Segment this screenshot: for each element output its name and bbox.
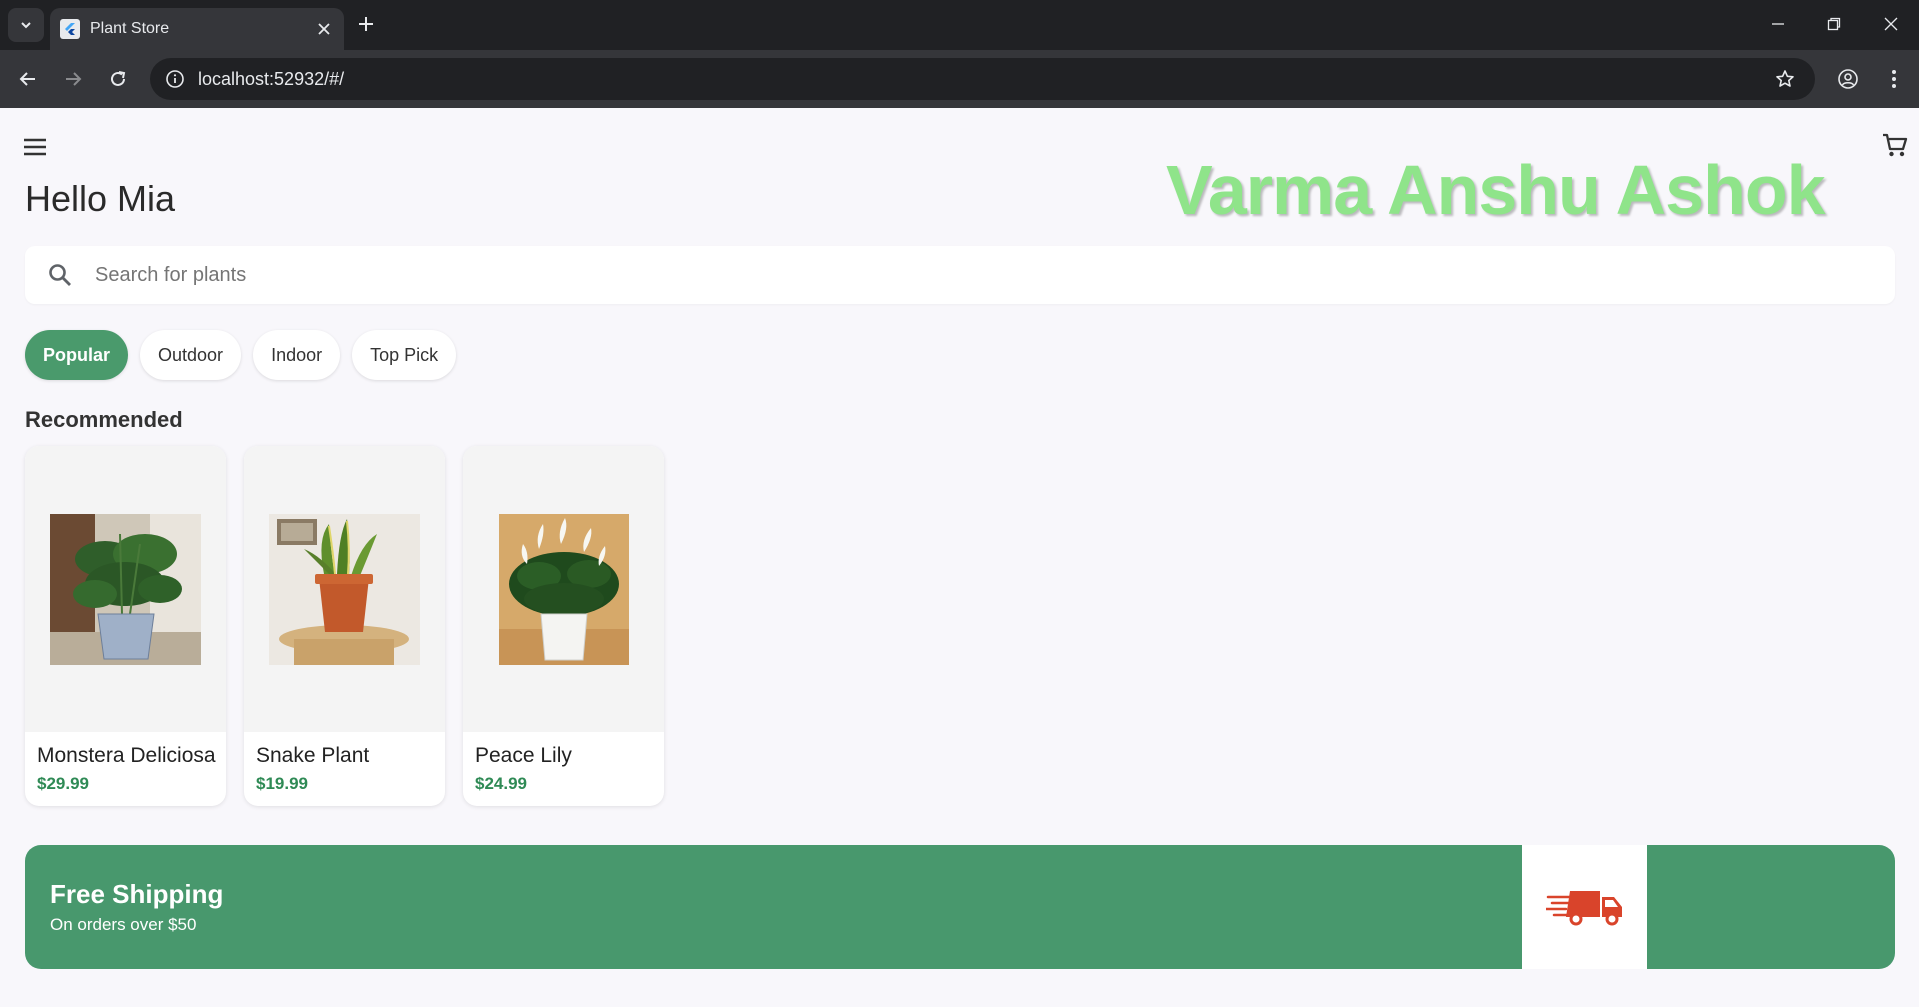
free-shipping-banner[interactable]: Free Shipping On orders over $50	[25, 845, 1895, 969]
search-icon	[45, 260, 75, 290]
section-title-recommended: Recommended	[25, 407, 183, 432]
profile-button[interactable]	[1835, 66, 1861, 92]
shopping-cart-icon[interactable]	[1880, 130, 1910, 160]
product-image	[463, 446, 664, 732]
minimize-icon	[1772, 23, 1784, 25]
product-list: Monstera Deliciosa $29.99 Snake Plant $1…	[25, 446, 664, 806]
browser-tab[interactable]: Plant Store	[50, 8, 344, 50]
tab-search-button[interactable]	[8, 8, 44, 42]
restore-icon	[1827, 17, 1841, 31]
account-circle-icon	[1838, 69, 1858, 89]
restore-button[interactable]	[1822, 12, 1846, 36]
peace-lily-image	[498, 513, 629, 665]
tab-title: Plant Store	[90, 20, 170, 37]
chip-outdoor[interactable]: Outdoor	[140, 330, 242, 380]
greeting-title: Hello Mia	[25, 178, 176, 219]
banner-title: Free Shipping	[50, 879, 224, 909]
plant-store-app: Varma Anshu Ashok Hello Mia Popular Outd…	[0, 108, 1919, 1007]
banner-subtitle: On orders over $50	[50, 915, 197, 934]
search-input[interactable]	[95, 263, 1795, 287]
delivery-truck-icon	[1545, 891, 1622, 926]
product-price: $24.99	[475, 774, 527, 793]
product-name: Snake Plant	[256, 744, 370, 767]
browser-menu-button[interactable]	[1881, 66, 1907, 92]
search-bar[interactable]	[25, 246, 1895, 304]
watermark-text: Varma Anshu Ashok	[1166, 151, 1826, 229]
address-bar[interactable]: localhost:52932/#/	[150, 58, 1815, 100]
reload-icon	[111, 71, 126, 86]
monstera-plant-image	[50, 513, 201, 665]
back-button[interactable]	[15, 66, 41, 92]
chip-popular[interactable]: Popular	[25, 330, 129, 380]
browser-tabbar: Plant Store	[0, 0, 1919, 50]
browser-toolbar: localhost:52932/#/	[0, 50, 1919, 108]
arrow-left-icon	[19, 72, 35, 86]
more-vert-icon	[1892, 70, 1896, 88]
product-price: $19.99	[256, 774, 308, 793]
url-text[interactable]: localhost:52932/#/	[198, 69, 1773, 90]
plus-icon	[359, 17, 373, 31]
arrow-right-icon	[66, 72, 82, 86]
snake-plant-image	[269, 513, 420, 665]
chip-top-pick[interactable]: Top Pick	[352, 330, 457, 380]
reload-button[interactable]	[105, 66, 131, 92]
close-icon	[1884, 17, 1898, 31]
close-window-button[interactable]	[1879, 12, 1903, 36]
bookmark-star-icon[interactable]	[1773, 67, 1797, 91]
flutter-favicon-icon	[60, 19, 80, 39]
product-image	[244, 446, 445, 732]
new-tab-button[interactable]	[354, 12, 378, 36]
chevron-down-icon	[21, 22, 31, 29]
product-name: Peace Lily	[475, 744, 572, 767]
site-info-icon[interactable]	[164, 68, 186, 90]
product-card[interactable]: Monstera Deliciosa $29.99	[25, 446, 226, 806]
category-chips: Popular Outdoor Indoor Top Pick	[25, 330, 457, 380]
hamburger-menu-icon[interactable]	[22, 134, 48, 160]
close-tab-icon[interactable]	[314, 19, 334, 39]
product-card[interactable]: Snake Plant $19.99	[244, 446, 445, 806]
product-price: $29.99	[37, 774, 89, 793]
forward-button[interactable]	[60, 66, 86, 92]
minimize-button[interactable]	[1766, 12, 1790, 36]
product-card[interactable]: Peace Lily $24.99	[463, 446, 664, 806]
chip-indoor[interactable]: Indoor	[253, 330, 341, 380]
product-image	[25, 446, 226, 732]
delivery-truck-image	[1522, 845, 1647, 969]
product-name: Monstera Deliciosa	[37, 744, 216, 767]
